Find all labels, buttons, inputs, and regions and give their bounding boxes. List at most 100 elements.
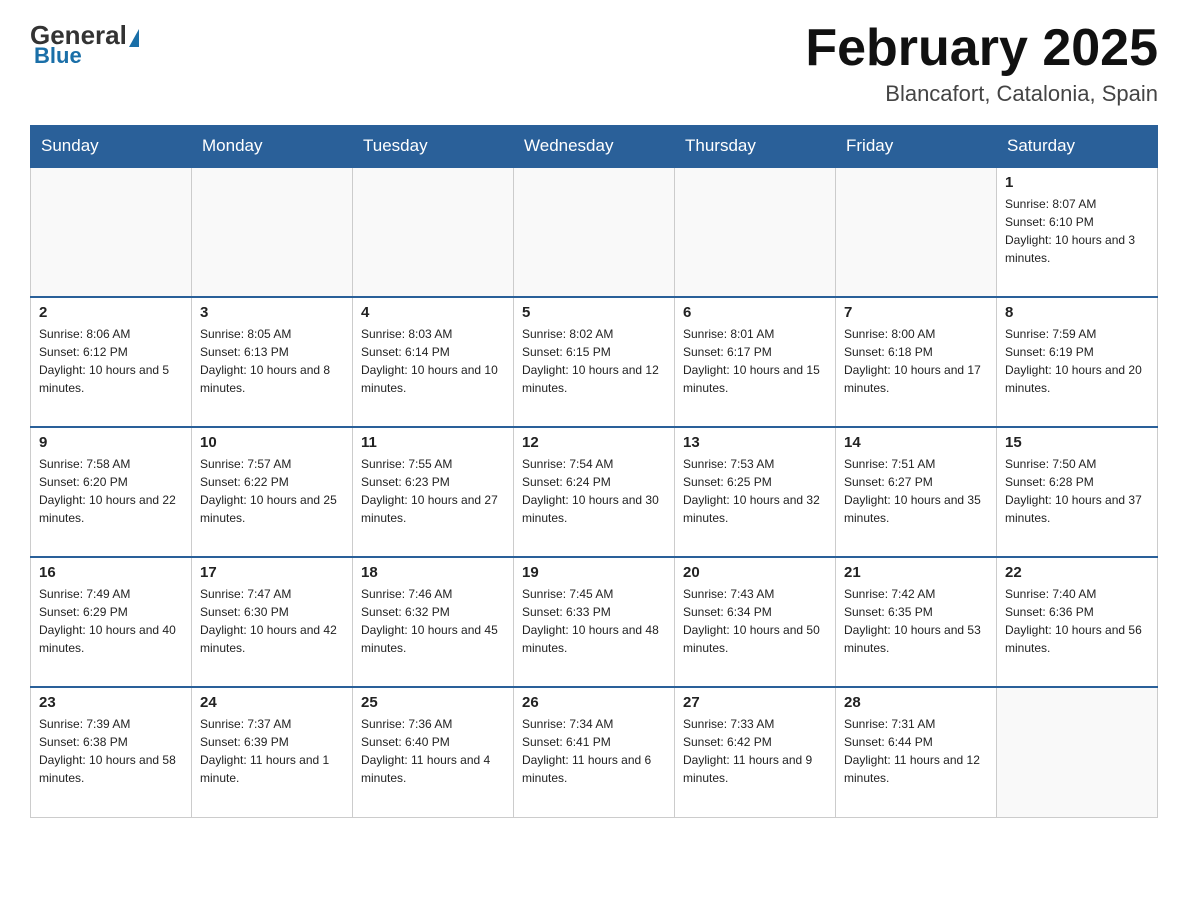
day-cell-4-4: 27Sunrise: 7:33 AMSunset: 6:42 PMDayligh…: [675, 687, 836, 817]
logo-triangle-icon: [129, 29, 139, 47]
day-cell-2-4: 13 Sunrise: 7:53 AMSunset: 6:25 PMDayligh…: [675, 427, 836, 557]
day-number-1-5: 7: [844, 304, 988, 321]
day-info-1-2: Sunrise: 8:03 AMSunset: 6:14 PMDaylight:…: [361, 325, 505, 397]
week-row-0: 1 Sunrise: 8:07 AMSunset: 6:10 PMDaylight…: [31, 167, 1158, 297]
day-cell-3-4: 20 Sunrise: 7:43 AMSunset: 6:34 PMDayligh…: [675, 557, 836, 687]
day-info-3-3: Sunrise: 7:45 AMSunset: 6:33 PMDaylight:…: [522, 585, 666, 657]
day-cell-4-5: 28 Sunrise: 7:31 AMSunset: 6:44 PMDayligh…: [836, 687, 997, 817]
day-info-4-3: Sunrise: 7:34 AMSunset: 6:41 PMDaylight:…: [522, 715, 666, 787]
day-info-0-6: Sunrise: 8:07 AMSunset: 6:10 PMDaylight:…: [1005, 195, 1149, 267]
day-number-3-5: 21: [844, 564, 988, 581]
page-header: General Blue February 2025 Blancafort, C…: [30, 20, 1158, 107]
day-number-2-0: 9: [39, 434, 183, 451]
day-info-3-6: Sunrise: 7:40 AMSunset: 6:36 PMDaylight:…: [1005, 585, 1149, 657]
day-info-2-6: Sunrise: 7:50 AMSunset: 6:28 PMDaylight:…: [1005, 455, 1149, 527]
day-number-2-2: 11: [361, 434, 505, 451]
day-info-4-0: Sunrise: 7:39 AMSunset: 6:38 PMDaylight:…: [39, 715, 183, 787]
day-cell-4-2: 25Sunrise: 7:36 AMSunset: 6:40 PMDayligh…: [353, 687, 514, 817]
calendar-subtitle: Blancafort, Catalonia, Spain: [805, 81, 1158, 107]
day-info-1-6: Sunrise: 7:59 AMSunset: 6:19 PMDaylight:…: [1005, 325, 1149, 397]
day-cell-4-3: 26Sunrise: 7:34 AMSunset: 6:41 PMDayligh…: [514, 687, 675, 817]
day-cell-0-4: [675, 167, 836, 297]
day-number-4-0: 23: [39, 694, 183, 711]
day-number-2-6: 15: [1005, 434, 1149, 451]
day-cell-1-0: 2Sunrise: 8:06 AMSunset: 6:12 PMDaylight…: [31, 297, 192, 427]
day-cell-0-3: [514, 167, 675, 297]
day-info-3-1: Sunrise: 7:47 AMSunset: 6:30 PMDaylight:…: [200, 585, 344, 657]
day-info-4-5: Sunrise: 7:31 AMSunset: 6:44 PMDaylight:…: [844, 715, 988, 787]
day-info-1-4: Sunrise: 8:01 AMSunset: 6:17 PMDaylight:…: [683, 325, 827, 397]
week-row-3: 16 Sunrise: 7:49 AMSunset: 6:29 PMDayligh…: [31, 557, 1158, 687]
day-cell-2-6: 15 Sunrise: 7:50 AMSunset: 6:28 PMDayligh…: [997, 427, 1158, 557]
day-number-2-3: 12: [522, 434, 666, 451]
calendar-body: 1 Sunrise: 8:07 AMSunset: 6:10 PMDaylight…: [31, 167, 1158, 817]
day-cell-2-5: 14 Sunrise: 7:51 AMSunset: 6:27 PMDayligh…: [836, 427, 997, 557]
header-sunday: Sunday: [31, 126, 192, 168]
day-cell-1-3: 5 Sunrise: 8:02 AMSunset: 6:15 PMDaylight…: [514, 297, 675, 427]
day-info-2-1: Sunrise: 7:57 AMSunset: 6:22 PMDaylight:…: [200, 455, 344, 527]
day-cell-2-3: 12 Sunrise: 7:54 AMSunset: 6:24 PMDayligh…: [514, 427, 675, 557]
day-info-2-0: Sunrise: 7:58 AMSunset: 6:20 PMDaylight:…: [39, 455, 183, 527]
header-monday: Monday: [192, 126, 353, 168]
day-cell-1-1: 3 Sunrise: 8:05 AMSunset: 6:13 PMDaylight…: [192, 297, 353, 427]
day-number-3-0: 16: [39, 564, 183, 581]
day-cell-0-6: 1 Sunrise: 8:07 AMSunset: 6:10 PMDaylight…: [997, 167, 1158, 297]
day-info-3-4: Sunrise: 7:43 AMSunset: 6:34 PMDaylight:…: [683, 585, 827, 657]
day-number-0-6: 1: [1005, 174, 1149, 191]
day-number-1-3: 5: [522, 304, 666, 321]
day-cell-2-2: 11 Sunrise: 7:55 AMSunset: 6:23 PMDayligh…: [353, 427, 514, 557]
calendar-title: February 2025: [805, 20, 1158, 77]
header-tuesday: Tuesday: [353, 126, 514, 168]
day-number-2-4: 13: [683, 434, 827, 451]
day-number-1-0: 2: [39, 304, 183, 321]
logo: General Blue: [30, 20, 139, 69]
day-cell-0-1: [192, 167, 353, 297]
week-row-4: 23 Sunrise: 7:39 AMSunset: 6:38 PMDayligh…: [31, 687, 1158, 817]
weekday-header-row: Sunday Monday Tuesday Wednesday Thursday…: [31, 126, 1158, 168]
day-number-1-4: 6: [683, 304, 827, 321]
day-number-4-1: 24: [200, 694, 344, 711]
day-number-2-1: 10: [200, 434, 344, 451]
day-info-1-1: Sunrise: 8:05 AMSunset: 6:13 PMDaylight:…: [200, 325, 344, 397]
day-cell-2-1: 10 Sunrise: 7:57 AMSunset: 6:22 PMDayligh…: [192, 427, 353, 557]
day-number-3-4: 20: [683, 564, 827, 581]
header-friday: Friday: [836, 126, 997, 168]
day-info-4-2: Sunrise: 7:36 AMSunset: 6:40 PMDaylight:…: [361, 715, 505, 787]
title-block: February 2025 Blancafort, Catalonia, Spa…: [805, 20, 1158, 107]
day-info-2-3: Sunrise: 7:54 AMSunset: 6:24 PMDaylight:…: [522, 455, 666, 527]
day-info-2-2: Sunrise: 7:55 AMSunset: 6:23 PMDaylight:…: [361, 455, 505, 527]
day-info-1-5: Sunrise: 8:00 AMSunset: 6:18 PMDaylight:…: [844, 325, 988, 397]
day-info-2-4: Sunrise: 7:53 AMSunset: 6:25 PMDaylight:…: [683, 455, 827, 527]
day-info-4-1: Sunrise: 7:37 AMSunset: 6:39 PMDaylight:…: [200, 715, 344, 787]
day-number-1-1: 3: [200, 304, 344, 321]
day-cell-0-0: [31, 167, 192, 297]
day-number-1-2: 4: [361, 304, 505, 321]
day-cell-1-6: 8 Sunrise: 7:59 AMSunset: 6:19 PMDaylight…: [997, 297, 1158, 427]
header-thursday: Thursday: [675, 126, 836, 168]
day-cell-3-3: 19Sunrise: 7:45 AMSunset: 6:33 PMDayligh…: [514, 557, 675, 687]
week-row-1: 2Sunrise: 8:06 AMSunset: 6:12 PMDaylight…: [31, 297, 1158, 427]
day-cell-4-1: 24 Sunrise: 7:37 AMSunset: 6:39 PMDayligh…: [192, 687, 353, 817]
day-cell-4-0: 23 Sunrise: 7:39 AMSunset: 6:38 PMDayligh…: [31, 687, 192, 817]
day-info-2-5: Sunrise: 7:51 AMSunset: 6:27 PMDaylight:…: [844, 455, 988, 527]
day-cell-3-1: 17 Sunrise: 7:47 AMSunset: 6:30 PMDayligh…: [192, 557, 353, 687]
day-cell-3-6: 22Sunrise: 7:40 AMSunset: 6:36 PMDayligh…: [997, 557, 1158, 687]
day-number-3-1: 17: [200, 564, 344, 581]
day-cell-1-4: 6 Sunrise: 8:01 AMSunset: 6:17 PMDaylight…: [675, 297, 836, 427]
day-info-3-5: Sunrise: 7:42 AMSunset: 6:35 PMDaylight:…: [844, 585, 988, 657]
week-row-2: 9 Sunrise: 7:58 AMSunset: 6:20 PMDaylight…: [31, 427, 1158, 557]
day-info-1-3: Sunrise: 8:02 AMSunset: 6:15 PMDaylight:…: [522, 325, 666, 397]
day-cell-0-5: [836, 167, 997, 297]
day-number-1-6: 8: [1005, 304, 1149, 321]
day-info-3-2: Sunrise: 7:46 AMSunset: 6:32 PMDaylight:…: [361, 585, 505, 657]
day-cell-3-2: 18 Sunrise: 7:46 AMSunset: 6:32 PMDayligh…: [353, 557, 514, 687]
day-cell-3-0: 16 Sunrise: 7:49 AMSunset: 6:29 PMDayligh…: [31, 557, 192, 687]
day-number-3-2: 18: [361, 564, 505, 581]
day-number-2-5: 14: [844, 434, 988, 451]
day-number-4-5: 28: [844, 694, 988, 711]
day-cell-2-0: 9 Sunrise: 7:58 AMSunset: 6:20 PMDaylight…: [31, 427, 192, 557]
day-cell-1-5: 7 Sunrise: 8:00 AMSunset: 6:18 PMDaylight…: [836, 297, 997, 427]
day-info-3-0: Sunrise: 7:49 AMSunset: 6:29 PMDaylight:…: [39, 585, 183, 657]
day-cell-4-6: [997, 687, 1158, 817]
day-cell-3-5: 21 Sunrise: 7:42 AMSunset: 6:35 PMDayligh…: [836, 557, 997, 687]
